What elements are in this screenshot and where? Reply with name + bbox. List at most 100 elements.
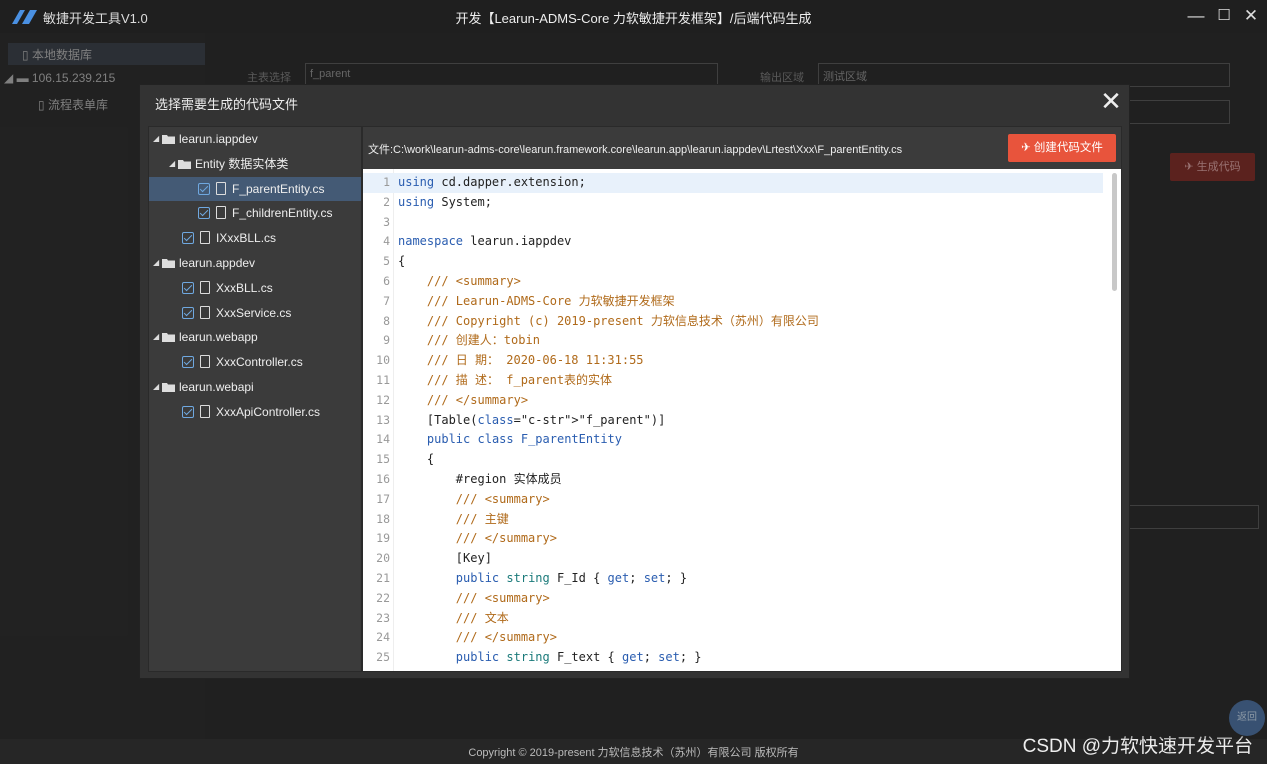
line-number: 15 bbox=[376, 452, 390, 467]
code-line: 8 /// Copyright (c) 2019-present 力软信息技术（… bbox=[363, 312, 1103, 332]
line-number: 12 bbox=[376, 392, 390, 407]
code-line: 25 public string F_text { get; set; } bbox=[363, 648, 1103, 668]
line-number: 22 bbox=[376, 590, 390, 605]
tree-file[interactable]: IXxxBLL.cs bbox=[149, 226, 361, 250]
tree-folder[interactable]: ◢ learun.iappdev bbox=[149, 127, 361, 151]
checkbox[interactable] bbox=[182, 405, 194, 418]
checkbox[interactable] bbox=[182, 232, 194, 245]
checkbox[interactable] bbox=[182, 306, 194, 319]
tree-folder[interactable]: ◢ Entity 数据实体类 bbox=[149, 152, 361, 176]
create-code-file-button[interactable]: ✈ 创建代码文件 bbox=[1008, 134, 1116, 162]
code-text: /// </summary> bbox=[398, 630, 557, 645]
tree-file[interactable]: F_parentEntity.cs bbox=[149, 176, 361, 201]
code-editor[interactable]: 1 using cd.dapper.extension; 2 using System… bbox=[363, 169, 1121, 671]
code-line: 18 /// 主键 bbox=[363, 510, 1103, 530]
checkbox[interactable] bbox=[198, 182, 210, 195]
code-text: /// <summary> bbox=[398, 590, 550, 605]
code-text: [Table(class="c-str">"f_parent")] bbox=[398, 412, 666, 427]
title-bar: 敏捷开发工具V1.0 开发【Learun-ADMS-Core 力软敏捷开发框架】… bbox=[0, 0, 1267, 33]
file-path: 文件:C:\work\learun-adms-core\learun.frame… bbox=[368, 144, 903, 156]
code-line: 7 /// Learun-ADMS-Core 力软敏捷开发框架 bbox=[363, 292, 1103, 312]
tree-node-label: F_parentEntity.cs bbox=[232, 181, 325, 196]
code-line: 24 /// </summary> bbox=[363, 628, 1103, 648]
checkbox[interactable] bbox=[198, 207, 210, 220]
file-icon bbox=[216, 206, 226, 220]
tree-node-label: XxxBLL.cs bbox=[216, 280, 273, 295]
maximize-icon[interactable]: ☐ bbox=[1213, 5, 1235, 27]
code-line: 17 /// <summary> bbox=[363, 490, 1103, 510]
tree-folder[interactable]: ◢ learun.webapi bbox=[149, 375, 361, 399]
folder-icon bbox=[178, 159, 191, 169]
folder-icon bbox=[162, 259, 175, 268]
expand-arrow-icon[interactable]: ◢ bbox=[153, 251, 162, 275]
folder-icon bbox=[162, 135, 175, 144]
line-number: 7 bbox=[383, 293, 390, 308]
file-path-bar: 文件:C:\work\learun-adms-core\learun.frame… bbox=[363, 127, 1121, 169]
expand-arrow-icon[interactable]: ◢ bbox=[153, 325, 162, 349]
line-number: 8 bbox=[383, 313, 390, 328]
tree-node-label: learun.webapp bbox=[179, 330, 258, 345]
file-icon bbox=[200, 404, 210, 418]
code-scrollbar[interactable] bbox=[1112, 173, 1117, 291]
code-line: 22 /// <summary> bbox=[363, 589, 1103, 609]
code-text: using cd.dapper.extension; bbox=[398, 175, 586, 189]
tree-node-label: XxxApiController.cs bbox=[216, 404, 321, 419]
code-line: 23 /// 文本 bbox=[363, 609, 1103, 629]
tree-file[interactable]: XxxBLL.cs bbox=[149, 276, 361, 300]
tree-node-label: XxxController.cs bbox=[216, 355, 303, 370]
close-window-icon[interactable]: ✕ bbox=[1240, 5, 1262, 27]
tree-node-label: Entity 数据实体类 bbox=[195, 156, 289, 171]
line-number: 20 bbox=[376, 551, 390, 566]
dialog-close-icon[interactable]: ✕ bbox=[1097, 87, 1125, 115]
code-text: using System; bbox=[398, 194, 492, 209]
tree-file[interactable]: F_childrenEntity.cs bbox=[149, 201, 361, 225]
line-number: 14 bbox=[376, 432, 390, 447]
tree-node-label: IXxxBLL.cs bbox=[216, 231, 277, 246]
line-number: 24 bbox=[376, 630, 390, 645]
code-line: 10 /// 日 期： 2020-06-18 11:31:55 bbox=[363, 351, 1103, 371]
code-line: 5{ bbox=[363, 252, 1103, 272]
file-icon bbox=[200, 305, 210, 319]
code-text: /// Copyright (c) 2019-present 力软信息技术（苏州… bbox=[398, 313, 819, 328]
code-text: /// 日 期： 2020-06-18 11:31:55 bbox=[398, 353, 644, 368]
checkbox[interactable] bbox=[182, 281, 194, 294]
expand-arrow-icon[interactable]: ◢ bbox=[153, 127, 162, 151]
dialog-title: 选择需要生成的代码文件 bbox=[155, 97, 299, 112]
code-text: /// 描 述： f_parent表的实体 bbox=[398, 373, 613, 387]
tree-node-label: F_childrenEntity.cs bbox=[232, 206, 333, 221]
tree-node-label: learun.iappdev bbox=[179, 132, 258, 146]
code-text: /// Learun-ADMS-Core 力软敏捷开发框架 bbox=[398, 293, 675, 308]
select-code-files-dialog: 选择需要生成的代码文件 ✕ ◢ learun.iappdev ◢ Entity 数据实… bbox=[139, 84, 1130, 679]
tree-file[interactable]: XxxService.cs bbox=[149, 301, 361, 325]
tree-file[interactable]: XxxApiController.cs bbox=[149, 400, 361, 424]
expand-arrow-icon[interactable]: ◢ bbox=[153, 375, 162, 399]
line-number: 10 bbox=[376, 353, 390, 368]
line-number: 25 bbox=[376, 650, 390, 665]
code-line: 4 namespace learun.iappdev bbox=[363, 232, 1103, 252]
code-preview-panel: 文件:C:\work\learun-adms-core\learun.frame… bbox=[362, 126, 1122, 672]
code-line: 19 /// </summary> bbox=[363, 529, 1103, 549]
code-line: 2 using System; bbox=[363, 193, 1103, 213]
file-icon bbox=[200, 355, 210, 369]
code-line: 9 /// 创建人：tobin bbox=[363, 331, 1103, 351]
line-number: 13 bbox=[376, 412, 390, 427]
line-number: 16 bbox=[376, 472, 390, 486]
code-text: { bbox=[398, 452, 435, 467]
tree-folder[interactable]: ◢ learun.webapp bbox=[149, 325, 361, 349]
line-number: 5 bbox=[383, 254, 390, 269]
tree-node-label: XxxService.cs bbox=[216, 305, 292, 320]
line-number: 4 bbox=[383, 234, 390, 249]
line-number: 21 bbox=[376, 571, 390, 585]
expand-arrow-icon[interactable]: ◢ bbox=[169, 152, 178, 176]
line-number: 1 bbox=[383, 175, 390, 189]
code-line: 6 /// <summary> bbox=[363, 272, 1103, 292]
code-text: /// 创建人：tobin bbox=[398, 333, 540, 348]
tree-folder[interactable]: ◢ learun.appdev bbox=[149, 251, 361, 275]
line-number: 19 bbox=[376, 531, 390, 546]
tree-file[interactable]: XxxController.cs bbox=[149, 350, 361, 374]
code-line: 12 /// </summary> bbox=[363, 391, 1103, 411]
folder-icon bbox=[162, 383, 175, 392]
checkbox[interactable] bbox=[182, 356, 194, 369]
code-text: /// 文本 bbox=[398, 610, 509, 625]
minimize-icon[interactable]: — bbox=[1185, 5, 1207, 27]
